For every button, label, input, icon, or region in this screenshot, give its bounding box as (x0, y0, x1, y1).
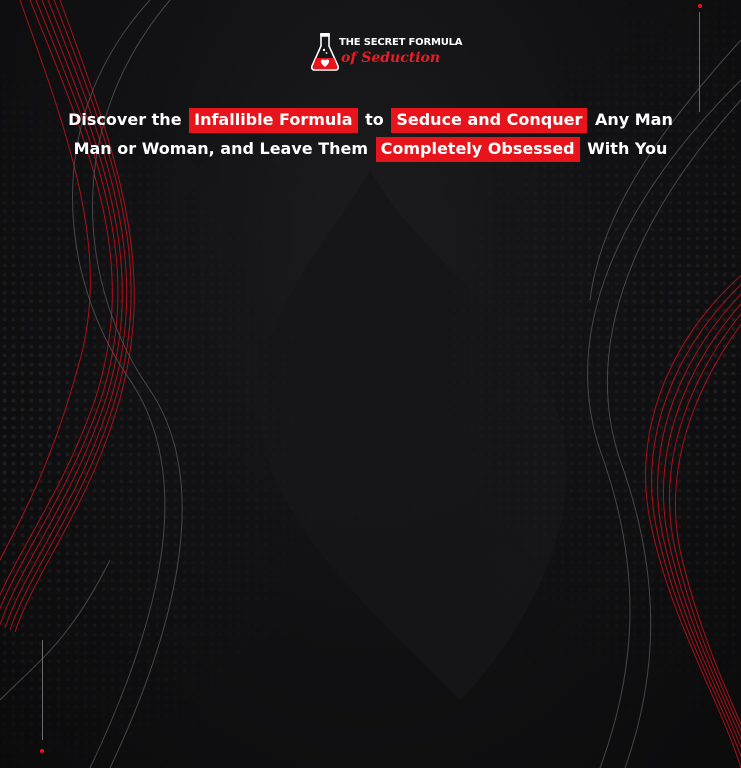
brand-subtitle: of Seduction (341, 50, 441, 66)
headline-text: Any Man (594, 110, 673, 129)
brand-title: THE SECRET FORMULA (339, 37, 463, 48)
headline-highlight: Completely Obsessed (375, 137, 580, 162)
headline-highlight: Infallible Formula (189, 108, 358, 133)
bottom-left-dot (40, 749, 44, 753)
headline-highlight: Seduce and Conquer (391, 108, 588, 133)
headline-text: With You (587, 139, 668, 158)
headline-text: to (365, 110, 384, 129)
bottom-left-divider-line (42, 640, 43, 740)
headline-line-2: Man or Woman, and Leave Them Completely … (20, 137, 721, 162)
brand-logo: THE SECRET FORMULA of Seduction (310, 32, 463, 74)
page-canvas: THE SECRET FORMULA of Seduction Discover… (0, 0, 741, 768)
top-right-dot (698, 4, 702, 8)
flask-heart-icon (311, 33, 339, 71)
top-right-divider-line (699, 12, 700, 112)
headline-line-1: Discover the Infallible Formula to Seduc… (20, 108, 721, 133)
headline-text: Man or Woman, and Leave Them (73, 139, 369, 158)
headline-text: Discover the (68, 110, 182, 129)
